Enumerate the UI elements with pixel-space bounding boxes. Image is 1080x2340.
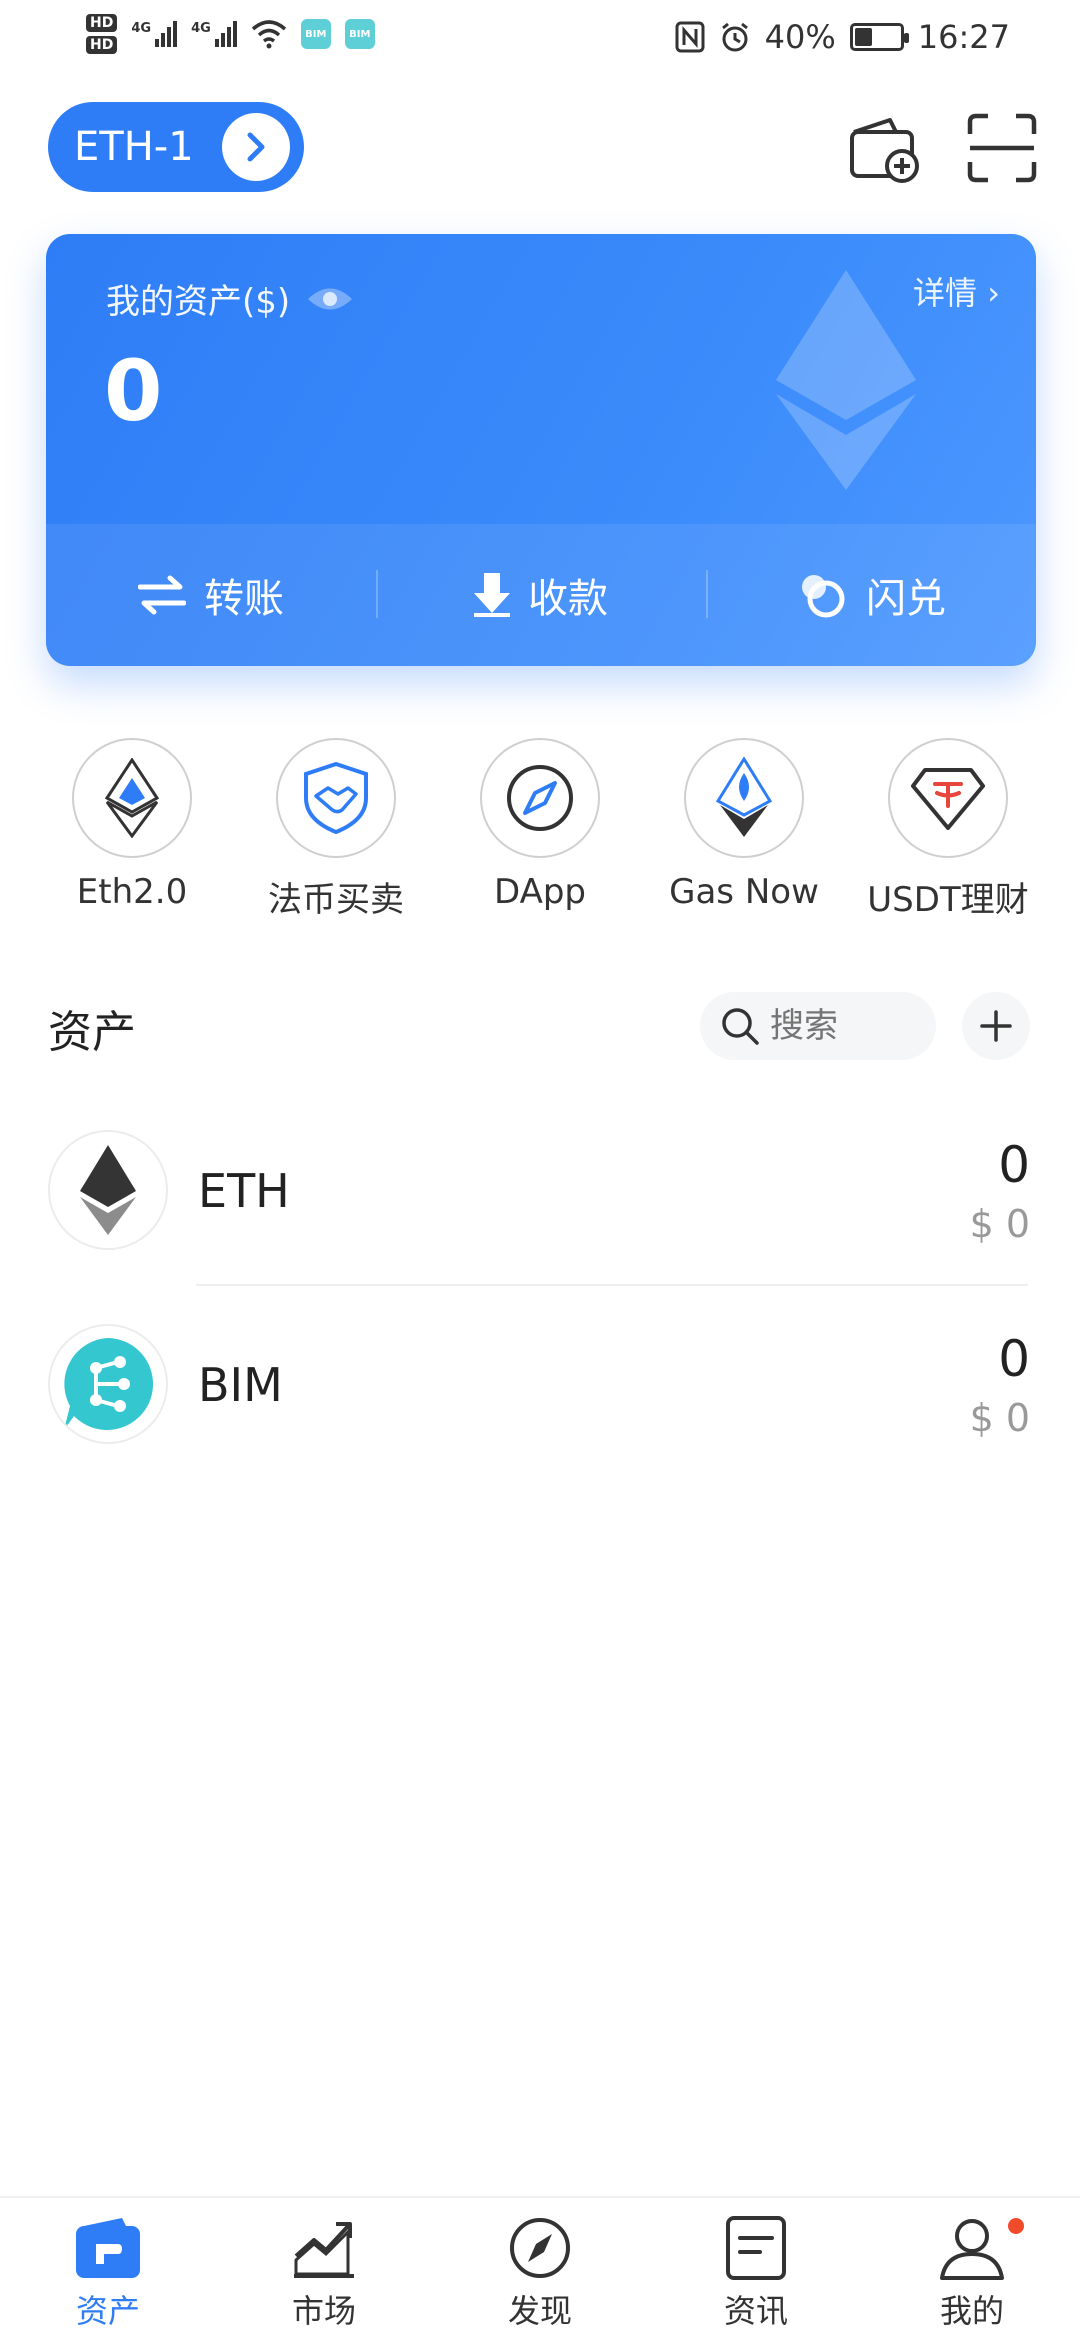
shortcut-dapp-label: DApp	[493, 872, 586, 912]
hd-badge-2: HD	[86, 36, 118, 54]
hd-badge-1: HD	[86, 14, 118, 32]
asset-detail-link[interactable]: 详情 ›	[913, 268, 1000, 314]
hd-indicators: HD HD	[86, 14, 118, 54]
wallet-name: ETH-1	[74, 124, 194, 170]
token-usd-value: $ 0	[969, 1202, 1030, 1246]
battery-percent: 40%	[764, 18, 836, 56]
assets-section-title: 资产	[48, 1007, 136, 1058]
nav-tab-news-label: 资讯	[723, 2292, 788, 2330]
list-divider	[196, 1284, 1028, 1286]
transfer-button[interactable]: 转账	[46, 524, 376, 666]
handshake-shield-icon	[276, 738, 396, 858]
eye-icon[interactable]	[306, 284, 354, 314]
receive-icon	[474, 573, 510, 617]
wallet-switcher-button[interactable]: ETH-1	[48, 102, 304, 192]
wallet-add-icon[interactable]	[846, 110, 922, 186]
asset-actions-bar: 转账 收款 闪兑	[46, 524, 1036, 666]
discover-compass-icon	[510, 2218, 570, 2278]
chevron-right-icon	[222, 113, 290, 181]
token-amount: 0	[998, 1136, 1030, 1194]
transfer-label: 转账	[204, 576, 284, 622]
signal-1-icon: 4G	[131, 21, 178, 47]
nav-tab-profile[interactable]: 我的	[864, 2198, 1080, 2340]
news-icon	[726, 2216, 786, 2280]
ethereum-logo-icon	[48, 1130, 168, 1250]
bim-app-notification-icon-2: BIM	[344, 19, 375, 49]
asset-title: 我的资产($)	[106, 282, 291, 322]
nav-tab-discover-label: 发现	[507, 2292, 572, 2330]
token-symbol: BIM	[198, 1358, 283, 1412]
nav-tab-news[interactable]: 资讯	[648, 2198, 864, 2340]
nav-tab-profile-label: 我的	[939, 2292, 1004, 2330]
status-right: 40% 16:27	[675, 18, 1010, 56]
shortcut-dapp[interactable]: DApp	[438, 738, 642, 921]
swap-label: 闪兑	[866, 576, 946, 622]
asset-total: 0	[104, 342, 163, 440]
nav-tab-discover[interactable]: 发现	[432, 2198, 648, 2340]
bim-logo-icon	[48, 1324, 168, 1444]
token-row-eth[interactable]: ETH 0 $ 0	[0, 1108, 1080, 1258]
nfc-icon	[675, 21, 705, 53]
ethereum-watermark-icon	[776, 270, 916, 490]
search-input[interactable]	[770, 1006, 920, 1046]
market-chart-icon	[294, 2222, 354, 2278]
wifi-icon	[251, 20, 286, 49]
shortcut-usdt-finance[interactable]: USDT理财	[846, 738, 1050, 921]
notification-dot	[1008, 2218, 1024, 2234]
wallet-icon	[76, 2218, 140, 2278]
asset-search-box[interactable]	[700, 992, 936, 1060]
usdt-diamond-icon	[888, 738, 1008, 858]
shortcut-usdt-finance-label: USDT理财	[867, 880, 1029, 920]
swap-button[interactable]: 闪兑	[706, 524, 1036, 666]
swap-icon	[802, 575, 845, 618]
search-icon	[722, 1008, 759, 1045]
shortcut-gas-now-label: Gas Now	[669, 872, 819, 912]
profile-icon	[940, 2219, 1004, 2280]
nav-tab-assets[interactable]: 资产	[0, 2198, 216, 2340]
signal-2-icon: 4G	[191, 21, 237, 47]
nav-tab-market[interactable]: 市场	[216, 2198, 432, 2340]
bim-app-notification-icon: BIM	[300, 19, 331, 49]
bottom-nav: 资产 市场 发现 资讯 我的	[0, 2196, 1080, 2340]
nav-tab-market-label: 市场	[291, 2292, 356, 2330]
shortcut-fiat-trade-label: 法币买卖	[268, 880, 404, 920]
nav-tab-assets-label: 资产	[75, 2292, 140, 2330]
compass-icon	[480, 738, 600, 858]
status-bar: HD HD 4G 4G BIM BIM 40% 16:27	[0, 0, 1080, 80]
transfer-icon	[138, 575, 186, 615]
alarm-icon	[721, 22, 748, 52]
asset-summary-card: 我的资产($) 0 详情 › 转账 收款 闪兑	[46, 234, 1036, 666]
shortcut-gas-now[interactable]: Gas Now	[642, 738, 846, 921]
add-token-button[interactable]	[962, 992, 1030, 1060]
receive-label: 收款	[528, 576, 608, 622]
receive-button[interactable]: 收款	[376, 524, 706, 666]
token-usd-value: $ 0	[969, 1396, 1030, 1440]
eth2-icon	[72, 738, 192, 858]
shortcut-eth2-label: Eth2.0	[76, 872, 188, 912]
shortcut-grid: Eth2.0 法币买卖 DApp Gas Now USDT理财	[0, 738, 1080, 921]
gas-icon	[684, 738, 804, 858]
battery-icon	[849, 23, 909, 51]
token-symbol: ETH	[198, 1164, 290, 1218]
clock: 16:27	[917, 18, 1010, 56]
asset-title-row: 我的资产($)	[106, 274, 354, 323]
plus-icon	[980, 1010, 1012, 1042]
shortcut-eth2[interactable]: Eth2.0	[30, 738, 234, 921]
scan-icon[interactable]	[964, 110, 1040, 186]
token-row-bim[interactable]: BIM 0 $ 0	[0, 1302, 1080, 1452]
shortcut-fiat-trade[interactable]: 法币买卖	[234, 738, 438, 921]
token-amount: 0	[998, 1330, 1030, 1388]
status-left: HD HD 4G 4G BIM BIM	[86, 14, 375, 54]
